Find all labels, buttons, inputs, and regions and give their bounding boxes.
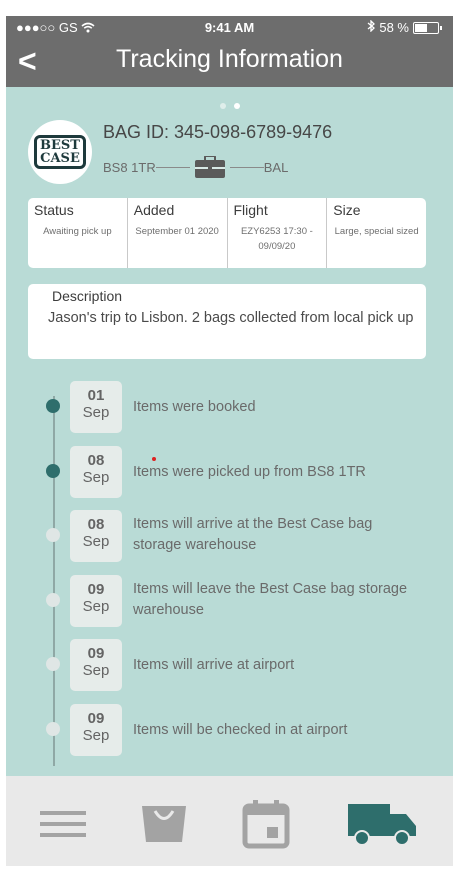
bottom-nav	[6, 776, 453, 866]
date-badge: 08 Sep	[70, 445, 122, 498]
route-origin: BS8 1TR	[103, 159, 156, 175]
flight-column: Flight EZY6253 17:30 - 09/09/20	[228, 198, 328, 268]
suitcase-icon	[194, 155, 226, 178]
event-text: Items will arrive at airport	[133, 657, 295, 673]
size-value: Large, special sized	[334, 226, 419, 237]
date-month: Sep	[82, 404, 110, 421]
event-text: Items will arrive at the Best Case bag s…	[133, 516, 373, 553]
page-title: Tracking Information	[116, 45, 343, 73]
date-month: Sep	[82, 468, 110, 486]
description-card: Description Jason's trip to Lisbon. 2 ba…	[28, 284, 426, 359]
battery-fill	[415, 23, 427, 32]
menu-button[interactable]	[34, 798, 106, 848]
completed-dot-icon	[46, 399, 60, 413]
date-month: Sep	[82, 597, 110, 615]
logo-box: BEST CASE	[34, 135, 86, 169]
status-bar: ●●●○○ GS 9:41 AM 58 %	[6, 18, 453, 38]
size-column: Size Large, special sized	[327, 198, 426, 268]
date-badge: 09 Sep	[70, 639, 122, 691]
added-value: September 01 2020	[135, 226, 219, 237]
pending-dot-icon	[46, 528, 60, 542]
bag-button[interactable]	[136, 798, 208, 848]
pending-dot-icon	[46, 657, 60, 671]
date-month: Sep	[82, 662, 110, 679]
size-label: Size	[333, 202, 361, 218]
completed-dot-icon	[46, 463, 60, 478]
event-text: Items were booked	[133, 399, 256, 415]
timeline-event: 09 Sep Items will be checked in at airport	[6, 703, 453, 760]
timeline-event: 09 Sep Items will leave the Best Case bag …	[6, 574, 453, 631]
phone-screen: ●●●○○ GS 9:41 AM 58 % < Tracking Informa…	[6, 16, 453, 866]
date-day: 09	[87, 580, 105, 598]
route-line-right	[229, 166, 264, 168]
timeline-event: 01 Sep Items were booked	[6, 381, 453, 437]
page-dot[interactable]	[219, 103, 226, 109]
route: BS8 1TR BAL	[103, 155, 289, 178]
battery-icon	[413, 21, 442, 34]
event-text: Items will be checked in at airport	[133, 721, 348, 738]
menu-icon	[34, 811, 92, 852]
date-badge: 08 Sep	[70, 510, 122, 562]
calendar-button[interactable]	[238, 798, 310, 849]
logo-text-line2: CASE	[40, 151, 80, 166]
flight-label: Flight	[233, 202, 268, 218]
tracking-button[interactable]	[346, 798, 418, 848]
date-badge: 09 Sep	[70, 703, 122, 756]
page-dot[interactable]	[233, 103, 240, 109]
info-card: Status Awaiting pick up Added September …	[28, 198, 426, 268]
pending-dot-icon	[46, 592, 60, 607]
timeline-event: 09 Sep Items will arrive at airport	[6, 639, 453, 695]
battery-percent: 58 %	[379, 20, 409, 35]
added-label: Added	[133, 202, 175, 218]
status-value: Awaiting pick up	[43, 226, 112, 237]
event-text: Items were picked up from BS8 1TR	[133, 463, 366, 480]
route-line-left	[155, 166, 190, 168]
date-badge: 01 Sep	[70, 381, 122, 433]
date-day: 09	[87, 645, 105, 662]
added-column: Added September 01 2020	[128, 198, 228, 268]
brand-logo: BEST CASE	[28, 120, 92, 184]
flight-value: EZY6253 17:30 - 09/09/20	[240, 226, 313, 252]
description-label: Description	[52, 288, 123, 304]
date-day: 09	[87, 709, 105, 727]
date-month: Sep	[82, 726, 110, 744]
shopping-bag-icon	[136, 806, 192, 854]
status-label: Status	[34, 202, 74, 218]
pending-dot-icon	[46, 721, 60, 736]
red-dot-marker	[152, 457, 156, 461]
page-indicator	[6, 96, 453, 114]
event-text: Items will leave the Best Case bag stora…	[133, 580, 408, 618]
date-day: 01	[87, 387, 105, 404]
date-month: Sep	[82, 533, 110, 550]
date-day: 08	[87, 451, 105, 469]
status-right: 58 %	[367, 19, 442, 35]
bag-id: BAG ID: 345-098-6789-9476	[103, 122, 333, 142]
date-badge: 09 Sep	[70, 574, 122, 627]
bluetooth-icon	[367, 19, 376, 35]
calendar-icon	[238, 800, 294, 858]
timeline-event: 08 Sep Items were picked up from BS8 1TR	[6, 445, 453, 502]
timeline-event: 08 Sep Items will arrive at the Best Case …	[6, 510, 453, 566]
route-destination: BAL	[263, 159, 289, 175]
date-day: 08	[87, 516, 105, 533]
status-column: Status Awaiting pick up	[28, 198, 128, 268]
top-bar: ●●●○○ GS 9:41 AM 58 % < Tracking Informa…	[6, 16, 453, 87]
description-text: Jason's trip to Lisbon. 2 bags collected…	[48, 310, 414, 326]
delivery-truck-icon	[346, 804, 420, 854]
